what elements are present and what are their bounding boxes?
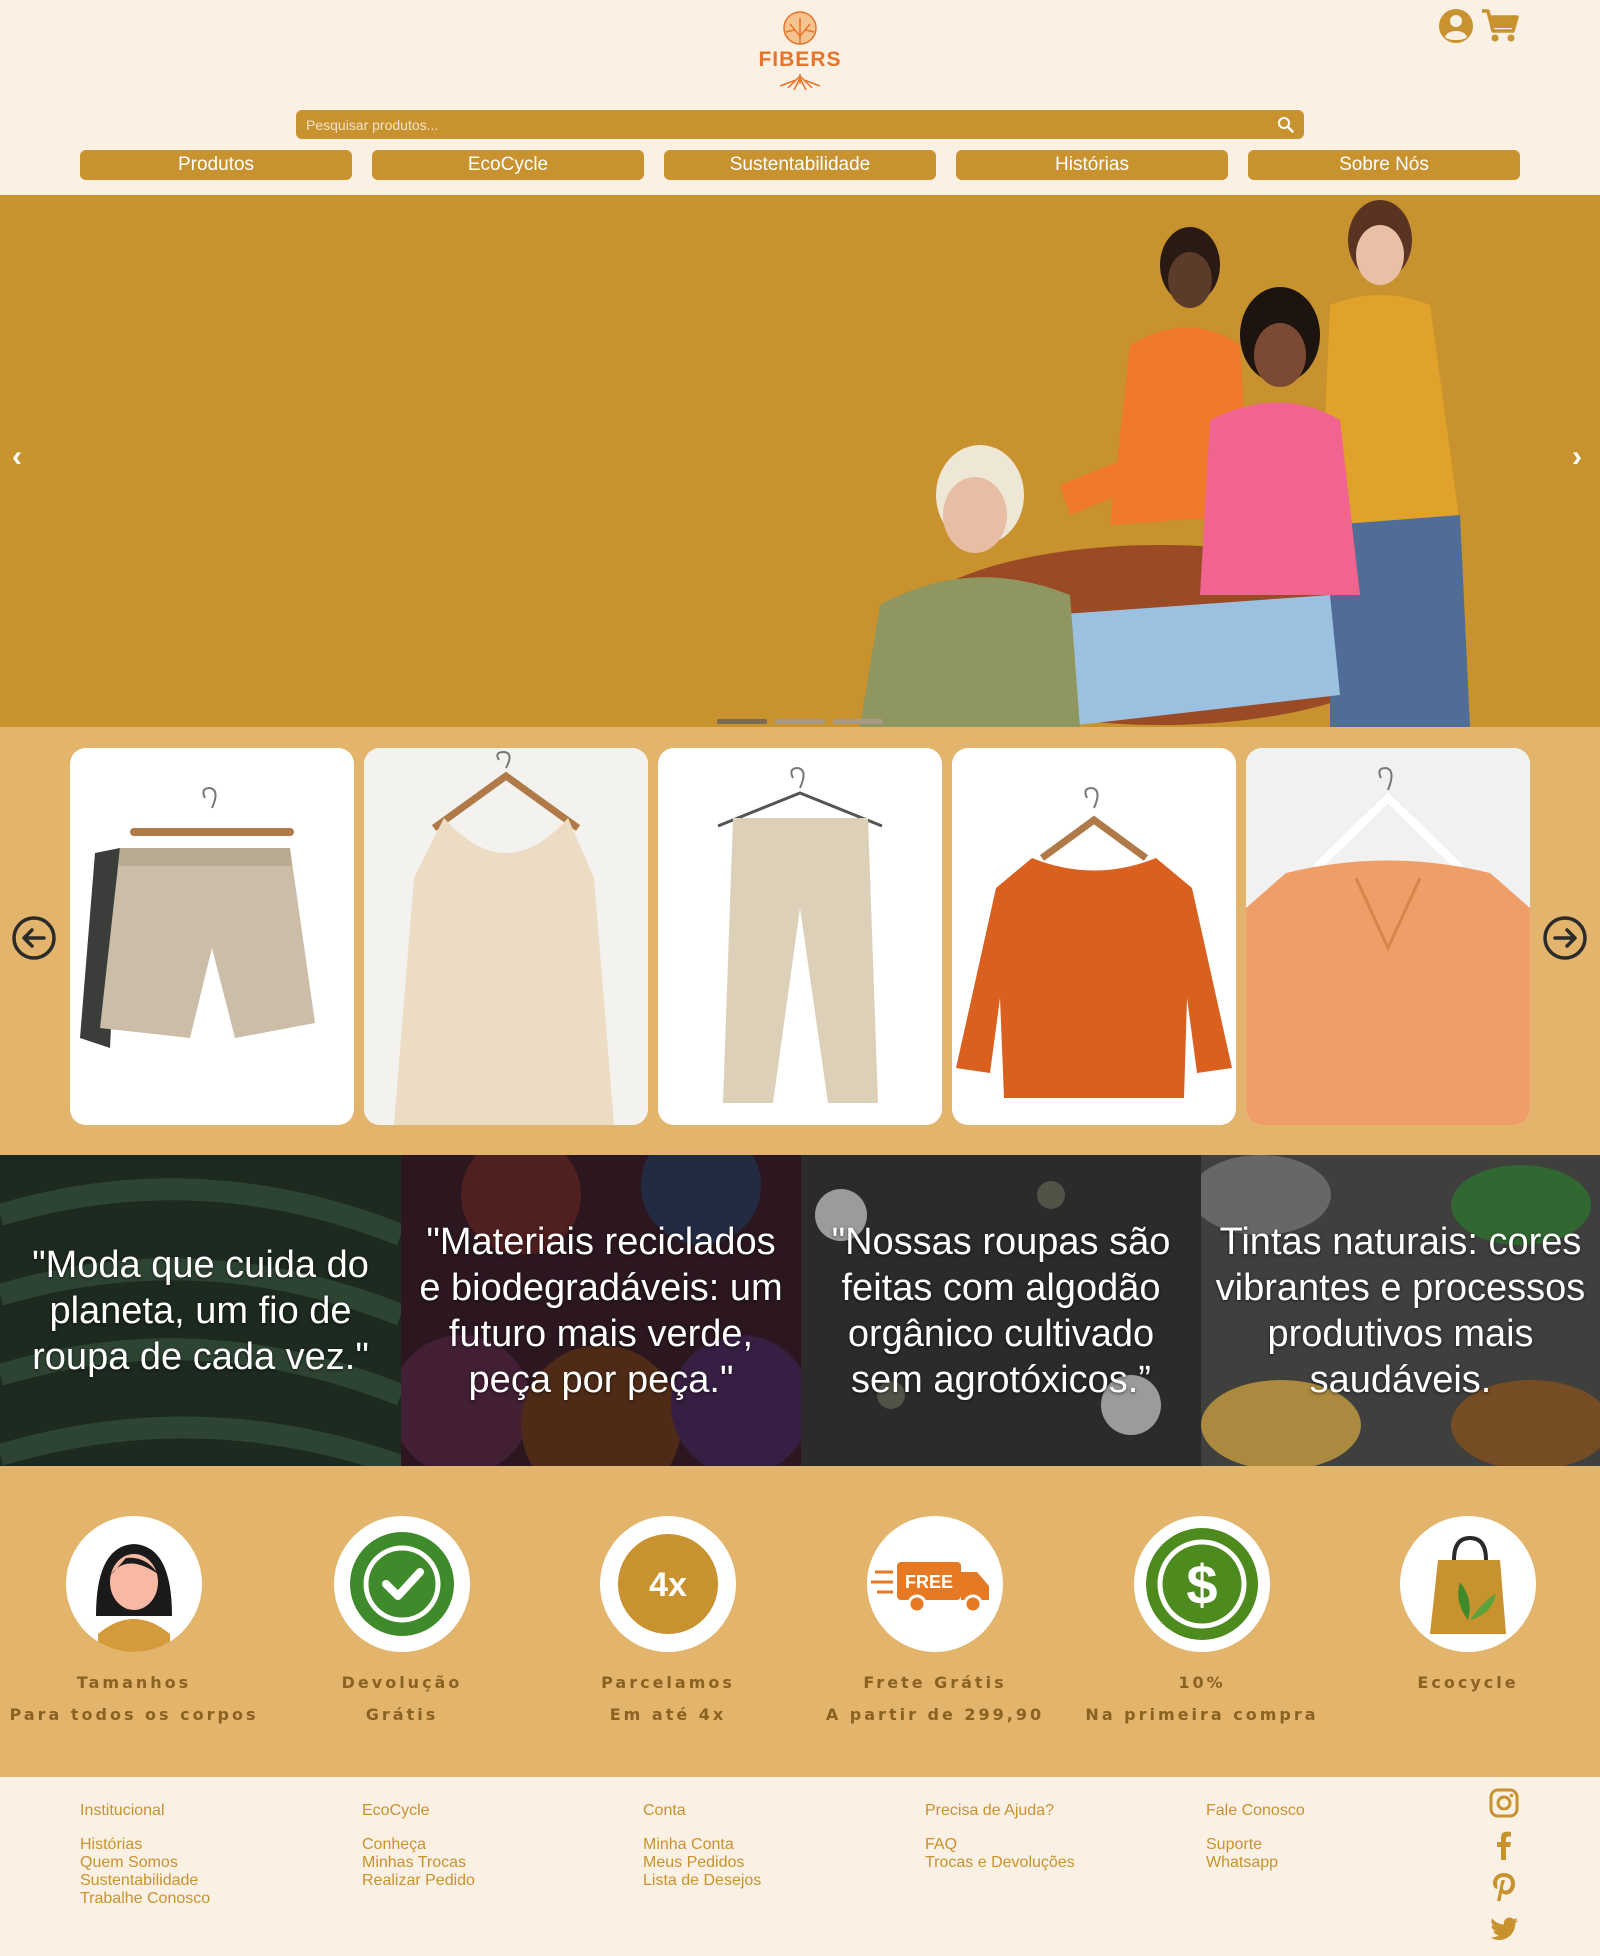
nav-ecocycle[interactable]: EcoCycle — [372, 150, 644, 180]
benefit-subtitle: Em até 4x — [609, 1705, 727, 1724]
nav-produtos[interactable]: Produtos — [80, 150, 352, 180]
footer-link[interactable]: Suporte — [1206, 1836, 1456, 1854]
benefit-title: Tamanhos — [76, 1673, 192, 1692]
benefit-parcelamos: 4x Parcelamos Em até 4x — [534, 1516, 802, 1731]
footer-column-institucional: Institucional Histórias Quem Somos Suste… — [80, 1802, 330, 1908]
product-image — [80, 786, 315, 1048]
footer-link[interactable]: Minhas Trocas — [362, 1854, 612, 1872]
installments-4x-icon: 4x — [618, 1534, 718, 1634]
free-shipping-truck-icon: FREE — [871, 1562, 989, 1614]
footer-column-ajuda: Precisa de Ajuda? FAQ Trocas e Devoluçõe… — [925, 1802, 1175, 1872]
footer-link[interactable]: Conheça — [362, 1836, 612, 1854]
arrow-left-circle-icon[interactable] — [11, 915, 57, 961]
benefit-subtitle: Para todos os corpos — [9, 1705, 259, 1724]
shopping-cart-icon[interactable] — [1480, 8, 1520, 44]
quotes-section: "Moda que cuida do planeta, um fio de ro… — [0, 1155, 1600, 1466]
quote-tile-1: "Moda que cuida do planeta, um fio de ro… — [0, 1155, 401, 1466]
footer-heading: Institucional — [80, 1802, 165, 1819]
user-circle-icon[interactable] — [1438, 8, 1474, 44]
product-card[interactable] — [70, 748, 354, 1125]
brand-name: FIBERS — [758, 48, 842, 71]
footer-link[interactable]: Whatsapp — [1206, 1854, 1456, 1872]
search-icon[interactable] — [1277, 116, 1294, 133]
svg-text:4x: 4x — [649, 1566, 687, 1604]
quote-text: "Materiais reciclados e biodegradáveis: … — [419, 1220, 783, 1401]
benefits-section: Tamanhos Para todos os corpos Devolução … — [0, 1466, 1600, 1777]
footer-link[interactable]: Meus Pedidos — [643, 1854, 893, 1872]
quote-tile-3: "Nossas roupas são feitas com algodão or… — [801, 1155, 1201, 1466]
product-image — [956, 786, 1232, 1098]
hero-photo — [860, 200, 1470, 727]
woman-avatar-icon — [96, 1544, 172, 1652]
footer-link[interactable]: Trocas e Devoluções — [925, 1854, 1175, 1872]
quote-text: "Nossas roupas são feitas com algodão or… — [831, 1220, 1171, 1401]
footer-column-conta: Conta Minha Conta Meus Pedidos Lista de … — [643, 1802, 893, 1890]
footer-link[interactable]: Sustentabilidade — [80, 1872, 330, 1890]
facebook-icon[interactable] — [1488, 1829, 1520, 1861]
nav-sobre-nos[interactable]: Sobre Nós — [1248, 150, 1520, 180]
product-image — [717, 766, 883, 1103]
hero-dot-3[interactable] — [833, 719, 883, 724]
footer-link[interactable]: Lista de Desejos — [643, 1872, 893, 1890]
svg-text:FREE: FREE — [905, 1572, 953, 1592]
hero-dot-1[interactable] — [717, 719, 767, 724]
benefit-subtitle: Na primeira compra — [1085, 1705, 1319, 1724]
benefit-ecocycle: Ecocycle — [1334, 1516, 1600, 1699]
nav-sustentabilidade[interactable]: Sustentabilidade — [664, 150, 936, 180]
footer-heading: Fale Conosco — [1206, 1802, 1305, 1819]
benefit-desconto: $ 10% Na primeira compra — [1068, 1516, 1336, 1731]
benefit-subtitle: A partir de 299,90 — [825, 1705, 1045, 1724]
quote-tile-4: Tintas naturais: cores vibrantes e proce… — [1201, 1155, 1600, 1466]
hero-next-button[interactable]: › — [1572, 440, 1582, 474]
benefit-subtitle: Grátis — [365, 1705, 439, 1724]
quote-tile-2: "Materiais reciclados e biodegradáveis: … — [401, 1155, 801, 1466]
benefit-tamanhos: Tamanhos Para todos os corpos — [0, 1516, 268, 1731]
search-bar — [296, 110, 1304, 139]
footer-column-contato: Fale Conosco Suporte Whatsapp — [1206, 1802, 1456, 1872]
arrow-right-circle-icon[interactable] — [1542, 915, 1588, 961]
dollar-coin-icon: $ — [1146, 1528, 1258, 1640]
hero-dot-2[interactable] — [775, 719, 825, 724]
pinterest-icon[interactable] — [1488, 1871, 1520, 1903]
product-image — [364, 748, 648, 1125]
footer-link[interactable]: Histórias — [80, 1836, 330, 1854]
hero-prev-button[interactable]: ‹ — [12, 440, 22, 474]
benefit-title: Parcelamos — [601, 1673, 735, 1692]
benefit-title: 10% — [1178, 1673, 1226, 1692]
product-image — [1246, 748, 1530, 1125]
footer-link[interactable]: FAQ — [925, 1836, 1175, 1854]
brand-logo[interactable]: FIBERS — [750, 6, 850, 91]
site-footer: Institucional Histórias Quem Somos Suste… — [0, 1777, 1600, 1956]
footer-heading: Conta — [643, 1802, 686, 1819]
twitter-icon[interactable] — [1488, 1913, 1520, 1945]
product-card[interactable] — [364, 748, 648, 1125]
benefit-devolucao: Devolução Grátis — [268, 1516, 536, 1731]
search-input[interactable] — [296, 110, 1256, 139]
hero-carousel: ‹ › — [0, 195, 1600, 727]
product-card[interactable] — [952, 748, 1236, 1125]
footer-link[interactable]: Quem Somos — [80, 1854, 330, 1872]
check-badge-icon — [350, 1532, 454, 1636]
footer-heading: EcoCycle — [362, 1802, 430, 1819]
product-card[interactable] — [658, 748, 942, 1125]
footer-link[interactable]: Trabalhe Conosco — [80, 1890, 330, 1908]
footer-heading: Precisa de Ajuda? — [925, 1802, 1054, 1819]
benefit-title: Ecocycle — [1417, 1673, 1519, 1692]
product-card[interactable] — [1246, 748, 1530, 1125]
nav-historias[interactable]: Histórias — [956, 150, 1228, 180]
footer-column-ecocycle: EcoCycle Conheça Minhas Trocas Realizar … — [362, 1802, 612, 1890]
footer-link[interactable]: Realizar Pedido — [362, 1872, 612, 1890]
quote-text: Tintas naturais: cores vibrantes e proce… — [1215, 1220, 1586, 1401]
product-carousel — [0, 727, 1600, 1155]
benefit-title: Devolução — [341, 1673, 463, 1692]
benefit-title: Frete Grátis — [863, 1673, 1007, 1692]
quote-text: "Moda que cuida do planeta, um fio de ro… — [32, 1243, 369, 1378]
svg-text:$: $ — [1186, 1553, 1217, 1616]
benefit-frete: FREE Frete Grátis A partir de 299,90 — [801, 1516, 1069, 1731]
site-header: FIBERS Produtos EcoCycle Sustentabilidad… — [0, 0, 1600, 195]
instagram-icon[interactable] — [1488, 1787, 1520, 1819]
eco-shopping-bag-icon — [1430, 1535, 1506, 1634]
footer-link[interactable]: Minha Conta — [643, 1836, 893, 1854]
